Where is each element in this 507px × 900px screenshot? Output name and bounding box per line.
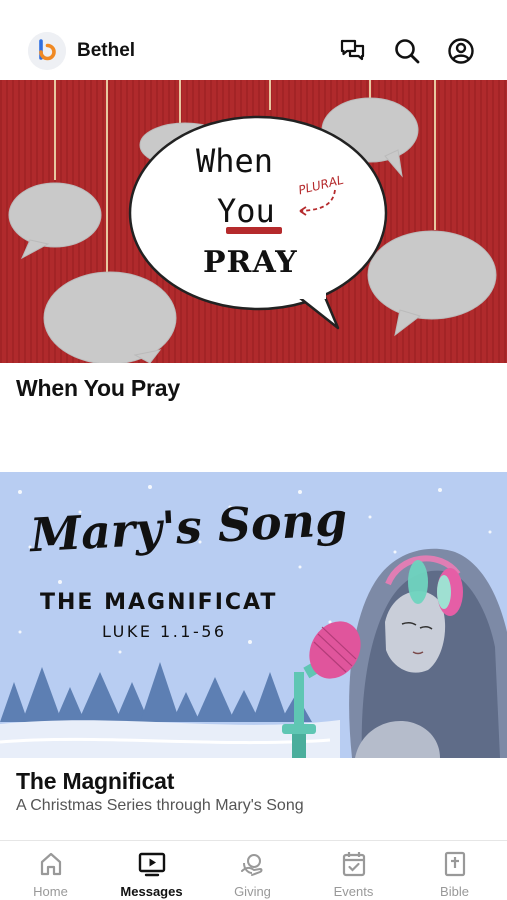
play-screen-icon — [137, 849, 167, 879]
artwork-text-you: You — [217, 192, 275, 230]
bible-icon — [440, 849, 470, 879]
bottom-tab-bar: Home Messages Giving Events Bible — [0, 840, 507, 900]
message-card[interactable]: Mary's Song THE MAGNIFICAT LUKE 1.1-56 T… — [0, 472, 507, 827]
message-title: When You Pray — [16, 375, 180, 401]
tab-giving[interactable]: Giving — [202, 841, 303, 900]
app-header: Bethel — [0, 24, 507, 80]
status-bar — [0, 0, 507, 24]
tab-label: Messages — [120, 884, 183, 899]
profile-icon[interactable] — [446, 36, 476, 66]
giving-icon — [238, 849, 268, 879]
tab-messages[interactable]: Messages — [101, 841, 202, 900]
home-icon — [36, 849, 66, 879]
tab-label: Giving — [234, 884, 271, 899]
tab-label: Home — [33, 884, 68, 899]
message-card[interactable]: When You PLURAL PRAY When You Pray — [0, 80, 507, 420]
tab-label: Events — [333, 884, 374, 899]
artwork-heading: THE MAGNIFICAT — [40, 590, 278, 615]
app-title: Bethel — [77, 40, 136, 61]
calendar-icon — [339, 849, 369, 879]
artwork-text-when: When — [196, 142, 274, 180]
search-icon[interactable] — [392, 36, 422, 66]
tab-label: Bible — [440, 884, 469, 899]
tab-events[interactable]: Events — [303, 841, 404, 900]
artwork-text-pray: PRAY — [203, 245, 298, 280]
tab-home[interactable]: Home — [0, 841, 101, 900]
message-title: The Magnificat — [16, 768, 175, 794]
tab-bible[interactable]: Bible — [404, 841, 505, 900]
app-logo[interactable] — [28, 32, 66, 70]
chat-icon[interactable] — [338, 36, 368, 66]
artwork-reference: LUKE 1.1-56 — [102, 622, 227, 641]
message-subtitle: A Christmas Series through Mary's Song — [16, 797, 304, 814]
